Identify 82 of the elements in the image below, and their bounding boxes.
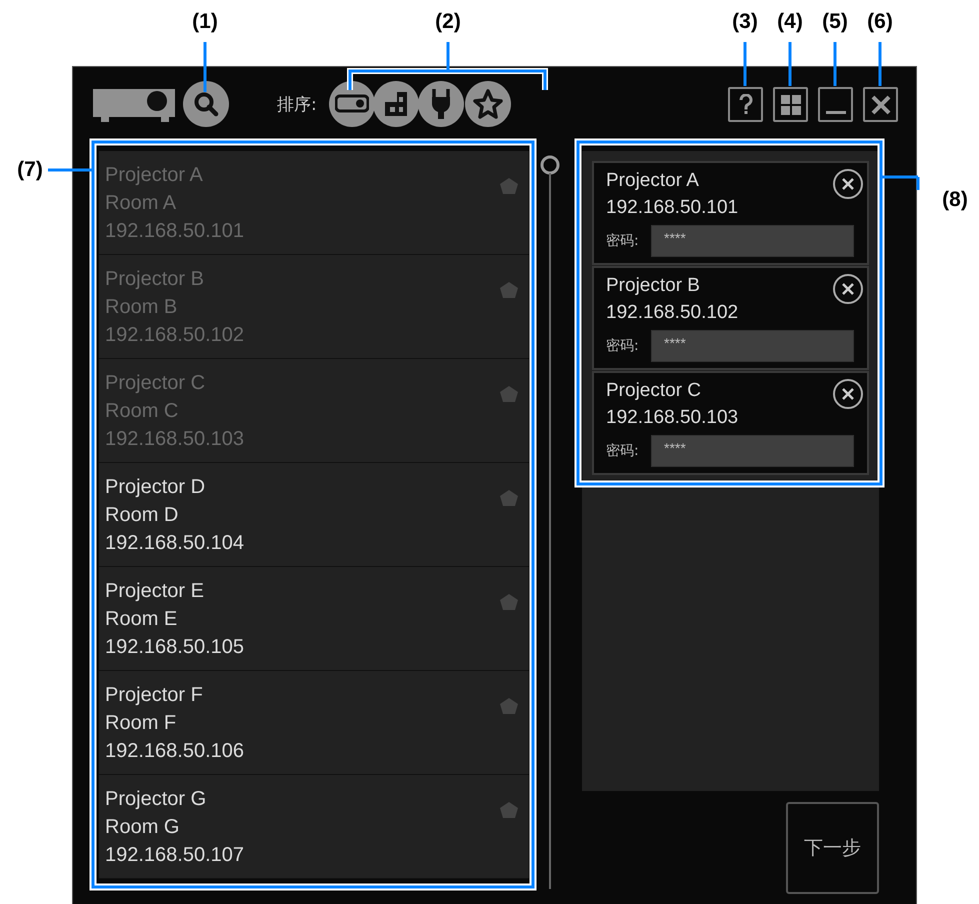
- search-icon: [192, 90, 220, 118]
- password-field[interactable]: ****: [651, 330, 854, 362]
- leader-line: [834, 42, 836, 86]
- room-name: Room D: [105, 503, 178, 528]
- pentagon-icon: [499, 697, 519, 715]
- close-icon: [870, 94, 892, 116]
- ip-address: 192.168.50.107: [105, 843, 244, 868]
- password-field[interactable]: ****: [651, 435, 854, 467]
- projector-list-item[interactable]: Projector G Room G 192.168.50.107: [99, 775, 529, 879]
- callout-label: (6): [867, 10, 893, 34]
- pentagon-icon: [499, 281, 519, 299]
- close-icon: [842, 283, 854, 295]
- password-label: 密码:: [606, 442, 640, 460]
- building-icon: [384, 91, 408, 117]
- ip-address: 192.168.50.103: [105, 427, 244, 452]
- projector-name: Projector B: [606, 274, 700, 298]
- ip-address: 192.168.50.102: [606, 301, 738, 325]
- projector-name: Projector F: [105, 683, 203, 708]
- close-icon: [842, 388, 854, 400]
- password-field[interactable]: ****: [651, 225, 854, 257]
- room-name: Room F: [105, 711, 176, 736]
- projector-icon: [334, 94, 369, 114]
- minimize-icon: [826, 111, 846, 114]
- projector-name: Projector C: [105, 371, 206, 396]
- password-label: 密码:: [606, 337, 640, 355]
- ip-address: 192.168.50.106: [105, 739, 244, 764]
- projector-list-item[interactable]: Projector D Room D 192.168.50.104: [99, 463, 529, 567]
- callout-label: (5): [822, 10, 848, 34]
- remove-button[interactable]: [833, 379, 863, 409]
- pentagon-icon: [499, 489, 519, 507]
- callout-label: (1): [192, 10, 218, 34]
- next-button[interactable]: 下一步: [786, 802, 879, 894]
- close-icon: [842, 178, 854, 190]
- search-button[interactable]: [183, 81, 229, 127]
- callout-label: (4): [777, 10, 803, 34]
- ip-address: 192.168.50.105: [105, 635, 244, 660]
- leader-line: [48, 168, 93, 172]
- leader-line: [788, 42, 792, 86]
- projector-name: Projector E: [105, 579, 204, 604]
- help-button[interactable]: [728, 87, 763, 122]
- star-icon: [472, 89, 503, 119]
- password-label: 密码:: [606, 232, 640, 250]
- projector-name: Projector B: [105, 267, 204, 292]
- remove-button[interactable]: [833, 169, 863, 199]
- sort-label: 排序:: [277, 94, 317, 116]
- ip-address: 192.168.50.101: [606, 196, 738, 220]
- projector-name: Projector C: [606, 379, 702, 403]
- room-name: Room C: [105, 399, 178, 424]
- close-button[interactable]: [863, 87, 898, 122]
- room-name: Room A: [105, 191, 176, 216]
- plug-icon: [430, 88, 451, 120]
- projector-name: Projector D: [105, 475, 206, 500]
- projector-name: Projector A: [105, 163, 203, 188]
- ip-address: 192.168.50.103: [606, 406, 738, 430]
- sort-by-favorite-button[interactable]: [464, 81, 511, 127]
- projector-list-item[interactable]: Projector E Room E 192.168.50.105: [99, 567, 529, 671]
- pentagon-icon: [499, 593, 519, 611]
- callout-label: (3): [732, 10, 758, 34]
- help-icon: [738, 94, 752, 116]
- projector-list-item[interactable]: Projector F Room F 192.168.50.106: [99, 671, 529, 775]
- room-name: Room G: [105, 815, 180, 840]
- ip-address: 192.168.50.104: [105, 531, 244, 556]
- leader-line: [744, 42, 746, 86]
- callout-label: (7): [17, 158, 43, 182]
- remove-button[interactable]: [833, 274, 863, 304]
- ip-address: 192.168.50.102: [105, 323, 244, 348]
- sort-by-power-button[interactable]: [418, 81, 464, 127]
- leader-line: [204, 42, 206, 92]
- leader-line: [878, 42, 882, 86]
- minimize-button[interactable]: [818, 87, 853, 122]
- callout-label: (8): [942, 188, 968, 212]
- callout-label: (2): [435, 10, 461, 34]
- projector-name: Projector A: [606, 169, 699, 193]
- pentagon-icon: [499, 801, 519, 819]
- room-name: Room E: [105, 607, 178, 632]
- ip-address: 192.168.50.101: [105, 219, 244, 244]
- pentagon-icon: [499, 385, 519, 403]
- grid-icon: [780, 94, 802, 116]
- grid-view-button[interactable]: [773, 87, 808, 122]
- pentagon-icon: [499, 177, 519, 195]
- room-name: Room B: [105, 295, 178, 320]
- projector-name: Projector G: [105, 787, 206, 812]
